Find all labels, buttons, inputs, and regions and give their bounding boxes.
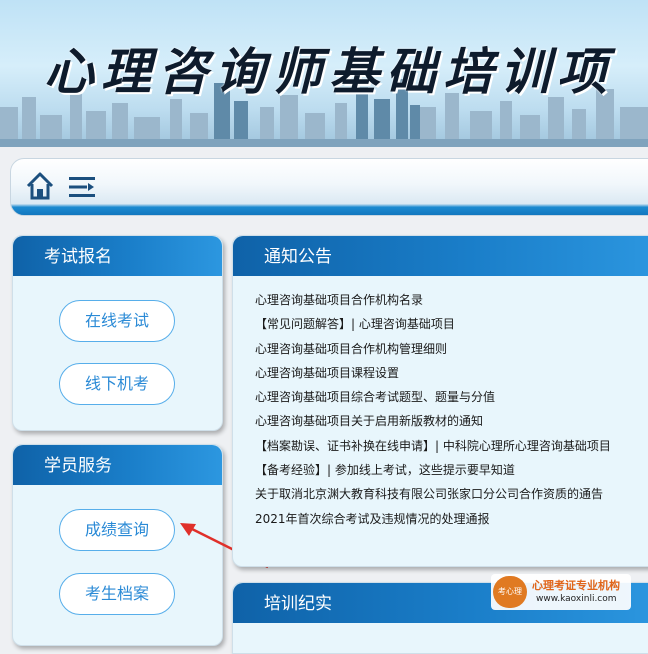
notice-item[interactable]: 【常见问题解答】| 心理咨询基础项目 [255,312,611,336]
notice-item[interactable]: 【备考经验】| 参加线上考试，这些提示要早知道 [255,458,611,482]
watermark-seal: 考心理 [493,576,527,608]
exam-registration-title: 考试报名 [13,236,222,276]
notice-item[interactable]: 心理咨询基础项目综合考试题型、题量与分值 [255,385,611,409]
notice-item[interactable]: 心理咨询基础项目合作机构名录 [255,288,611,312]
online-exam-button[interactable]: 在线考试 [59,300,175,342]
student-services-title: 学员服务 [13,445,222,485]
watermark-url: www.kaoxinli.com [536,594,617,604]
watermark-title: 心理考证专业机构 [532,579,620,592]
score-query-button[interactable]: 成绩查询 [59,509,175,551]
notice-item[interactable]: 心理咨询基础项目合作机构管理细则 [255,337,611,361]
notice-list: 心理咨询基础项目合作机构名录 【常见问题解答】| 心理咨询基础项目 心理咨询基础… [255,288,611,531]
student-archive-button[interactable]: 考生档案 [59,573,175,615]
offline-exam-button[interactable]: 线下机考 [59,363,175,405]
header-banner: 心理咨询师基础培训项 [0,0,648,147]
home-icon[interactable] [25,171,55,201]
nav-toolbar [10,158,648,216]
watermark-logo: 考心理 心理考证专业机构 www.kaoxinli.com [491,574,631,610]
notice-item[interactable]: 心理咨询基础项目关于启用新版教材的通知 [255,409,611,433]
exam-registration-panel: 考试报名 在线考试 线下机考 [12,235,223,431]
notice-panel: 通知公告 心理咨询基础项目合作机构名录 【常见问题解答】| 心理咨询基础项目 心… [232,235,648,567]
notice-item[interactable]: 关于取消北京渊大教育科技有限公司张家口分公司合作资质的通告 [255,482,611,506]
menu-icon[interactable] [68,175,96,199]
notice-item[interactable]: 【档案勘误、证书补换在线申请】| 中科院心理所心理咨询基础项目 [255,434,611,458]
banner-title: 心理咨询师基础培训项 [44,42,614,101]
notice-item[interactable]: 心理咨询基础项目课程设置 [255,361,611,385]
notice-item[interactable]: 2021年首次综合考试及违规情况的处理通报 [255,507,611,531]
notice-title: 通知公告 [233,236,648,276]
